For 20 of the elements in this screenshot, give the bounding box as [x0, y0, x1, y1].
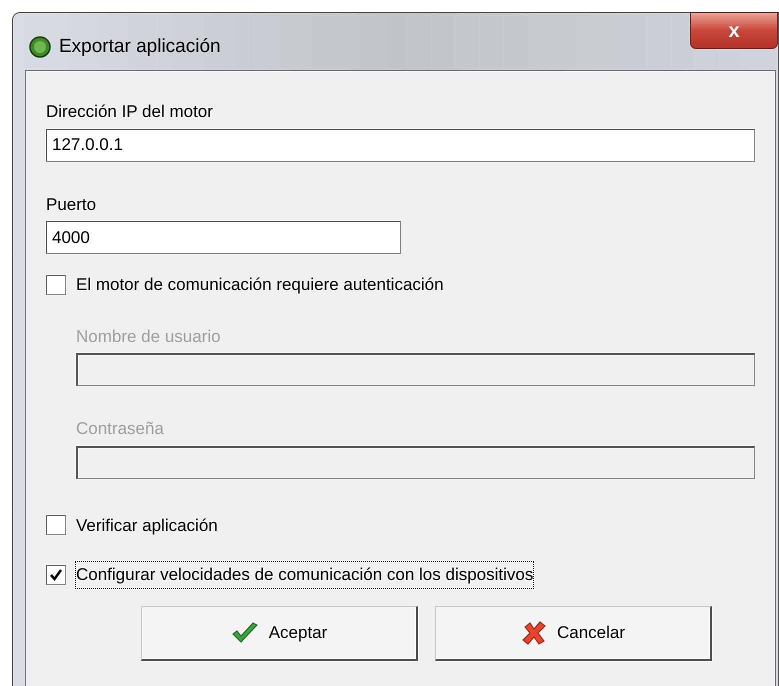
checkbox-label[interactable]: Verificar aplicación — [76, 512, 218, 538]
checkbox-label[interactable]: Configurar velocidades de comunicación con los dispositivos — [76, 562, 534, 588]
dialog-button[interactable]: Cancelar — [435, 606, 712, 660]
input-field[interactable]: 127.0.0.1 — [46, 128, 755, 162]
field-label: Dirección IP del motor — [46, 101, 214, 123]
field-label: Nombre de usuario — [76, 326, 222, 348]
close-button[interactable]: x — [690, 12, 778, 49]
app-icon — [29, 36, 51, 58]
checkmark-icon — [230, 620, 259, 644]
dialog-button[interactable]: Aceptar — [141, 606, 418, 660]
checkbox-label[interactable]: El motor de comunicación requiere autenticación — [76, 272, 444, 298]
input-field[interactable]: 4000 — [46, 221, 401, 254]
checkbox[interactable] — [46, 515, 66, 536]
field-label: Puerto — [46, 194, 98, 216]
cross-icon — [520, 620, 547, 646]
field-label: Contraseña — [76, 418, 165, 440]
checkmark-icon — [49, 568, 63, 582]
checkbox[interactable] — [46, 274, 66, 295]
window-title: Exportar aplicación — [59, 35, 221, 59]
checkbox[interactable] — [46, 564, 66, 585]
